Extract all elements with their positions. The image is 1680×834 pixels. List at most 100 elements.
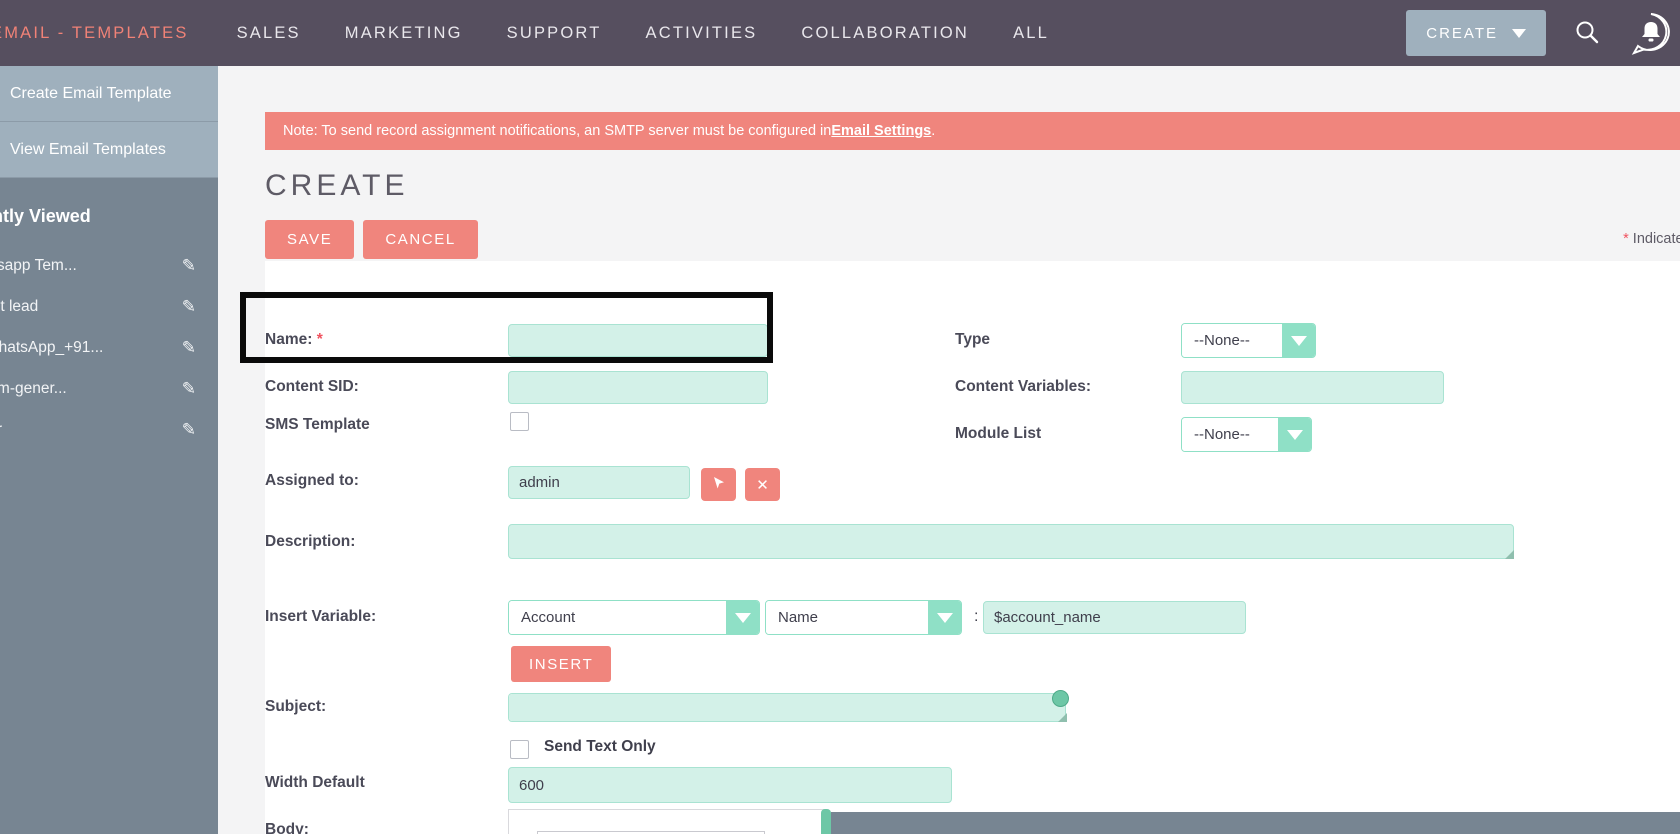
send-text-only-label: Send Text Only — [544, 738, 656, 755]
pencil-icon[interactable]: ✎ — [182, 338, 196, 358]
sidebar-item-create-email-template[interactable]: Create Email Template — [0, 66, 218, 122]
send-text-only-checkbox[interactable] — [510, 740, 529, 759]
sidebar-section-recently-viewed: ently Viewed — [0, 206, 91, 226]
field-row-subject: Subject: — [265, 698, 326, 716]
type-select-value: --None-- — [1182, 324, 1282, 357]
brand-module-title[interactable]: EMAIL - TEMPLATES — [0, 24, 215, 43]
description-resize-grip[interactable] — [1505, 550, 1514, 559]
content-sid-input[interactable] — [508, 371, 768, 404]
module-list-select[interactable]: --None-- — [1181, 417, 1312, 452]
sidebar-item-view-email-templates[interactable]: View Email Templates — [0, 122, 218, 178]
chevron-down-icon — [726, 601, 759, 634]
create-button-label: CREATE — [1426, 24, 1498, 42]
create-email-template-form: Name: * Content SID: SMS Template Assign… — [265, 261, 1680, 834]
page-title: CREATE — [265, 169, 409, 202]
list-item-label: WhatsApp_+91... — [0, 338, 104, 356]
insert-variable-module-value: Account — [509, 601, 726, 634]
list-item-label: est lead — [0, 297, 39, 315]
insert-variable-module-select[interactable]: Account — [508, 600, 760, 635]
notice-suffix: . — [931, 123, 936, 139]
insert-variable-field-select[interactable]: Name — [765, 600, 962, 635]
body-scrollbar[interactable] — [821, 809, 831, 834]
nav-item-sales[interactable]: SALES — [215, 24, 323, 43]
nav-item-collaboration[interactable]: COLLABORATION — [779, 24, 991, 43]
chevron-down-icon — [928, 601, 961, 634]
name-input[interactable] — [508, 324, 768, 357]
chevron-down-icon — [1282, 324, 1315, 357]
sidebar-item-label: Create Email Template — [10, 84, 172, 102]
field-row-description: Description: — [265, 533, 355, 551]
required-star: * — [316, 331, 323, 348]
list-item-label: atsapp Tem... — [0, 256, 77, 274]
type-label: Type — [955, 331, 991, 348]
pencil-icon[interactable]: ✎ — [182, 297, 196, 317]
create-button[interactable]: CREATE — [1406, 10, 1546, 56]
app-root: EMAIL - TEMPLATES SALES MARKETING SUPPOR… — [0, 0, 1680, 834]
nav-item-activities[interactable]: ACTIVITIES — [624, 24, 780, 43]
description-label: Description: — [265, 533, 356, 550]
pencil-icon[interactable]: ✎ — [182, 420, 196, 440]
field-row-assigned-to: Assigned to: — [265, 472, 359, 490]
width-default-label: Width Default — [265, 774, 365, 791]
insert-button[interactable]: INSERT — [511, 646, 612, 682]
chevron-down-icon — [1278, 418, 1311, 451]
field-row-name: Name: * — [265, 331, 323, 349]
field-row-insert-variable: Insert Variable: — [265, 608, 376, 626]
name-label: Name: * — [265, 331, 323, 348]
required-note-text: Indicates require — [1632, 231, 1680, 247]
required-indicator-note: * Indicates require — [1623, 231, 1680, 247]
save-button[interactable]: SAVE — [265, 220, 355, 259]
list-item[interactable]: tem-gener... ✎ — [0, 368, 218, 409]
type-select[interactable]: --None-- — [1181, 323, 1316, 358]
chevron-down-icon — [1512, 28, 1526, 38]
list-item[interactable]: ter ✎ — [0, 409, 218, 450]
field-row-body: Body: — [265, 821, 309, 834]
field-row-content-variables: Content Variables: — [955, 378, 1091, 396]
insert-variable-field-value: Name — [766, 601, 928, 634]
width-default-input[interactable] — [508, 767, 952, 803]
body-label: Body: — [265, 821, 309, 834]
pencil-icon[interactable]: ✎ — [182, 256, 196, 276]
insert-variable-token-input[interactable] — [983, 601, 1246, 634]
form-action-buttons: SAVE CANCEL — [265, 220, 478, 259]
list-item[interactable]: WhatsApp_+91... ✎ — [0, 327, 218, 368]
assigned-to-select-button[interactable] — [701, 468, 736, 501]
insert-variable-separator: : — [974, 608, 979, 625]
assigned-to-clear-button[interactable]: ✕ — [745, 468, 780, 501]
subject-resize-grip[interactable] — [1058, 713, 1067, 722]
list-item-label: tem-gener... — [0, 379, 67, 397]
module-list-select-value: --None-- — [1182, 418, 1278, 451]
list-item[interactable]: atsapp Tem... ✎ — [0, 245, 218, 286]
nav-item-marketing[interactable]: MARKETING — [323, 24, 485, 43]
subject-textarea[interactable] — [508, 693, 1066, 722]
notice-text: Note: To send record assignment notifica… — [283, 123, 832, 139]
subject-drag-handle[interactable] — [1052, 690, 1069, 707]
top-bar-actions: CREATE — [1406, 10, 1680, 56]
content-sid-label: Content SID: — [265, 378, 359, 395]
cursor-select-icon — [712, 476, 726, 494]
subject-label: Subject: — [265, 698, 327, 715]
email-settings-link[interactable]: Email Settings — [831, 123, 931, 139]
field-row-type: Type — [955, 331, 990, 349]
assigned-to-label: Assigned to: — [265, 472, 359, 489]
assigned-to-input[interactable] — [508, 466, 690, 499]
module-list-label: Module List — [955, 425, 1042, 442]
sidebar-item-label: View Email Templates — [10, 140, 166, 158]
main-content: Note: To send record assignment notifica… — [218, 66, 1680, 834]
nav-item-all[interactable]: ALL — [991, 24, 1071, 43]
pencil-icon[interactable]: ✎ — [182, 379, 196, 399]
left-sidebar: Create Email Template View Email Templat… — [0, 66, 218, 834]
sms-template-checkbox[interactable] — [510, 412, 529, 431]
content-variables-label: Content Variables: — [955, 378, 1092, 395]
search-icon[interactable] — [1572, 18, 1602, 48]
field-row-module-list: Module List — [955, 425, 1041, 443]
list-item[interactable]: est lead ✎ — [0, 286, 218, 327]
bell-icon[interactable] — [1628, 10, 1674, 56]
content-variables-input[interactable] — [1181, 371, 1444, 404]
description-textarea[interactable] — [508, 524, 1514, 559]
sms-template-label: SMS Template — [265, 416, 370, 433]
cancel-button[interactable]: CANCEL — [363, 220, 478, 259]
nav-item-support[interactable]: SUPPORT — [485, 24, 624, 43]
insert-variable-label: Insert Variable: — [265, 608, 377, 625]
field-row-content-sid: Content SID: — [265, 378, 359, 396]
